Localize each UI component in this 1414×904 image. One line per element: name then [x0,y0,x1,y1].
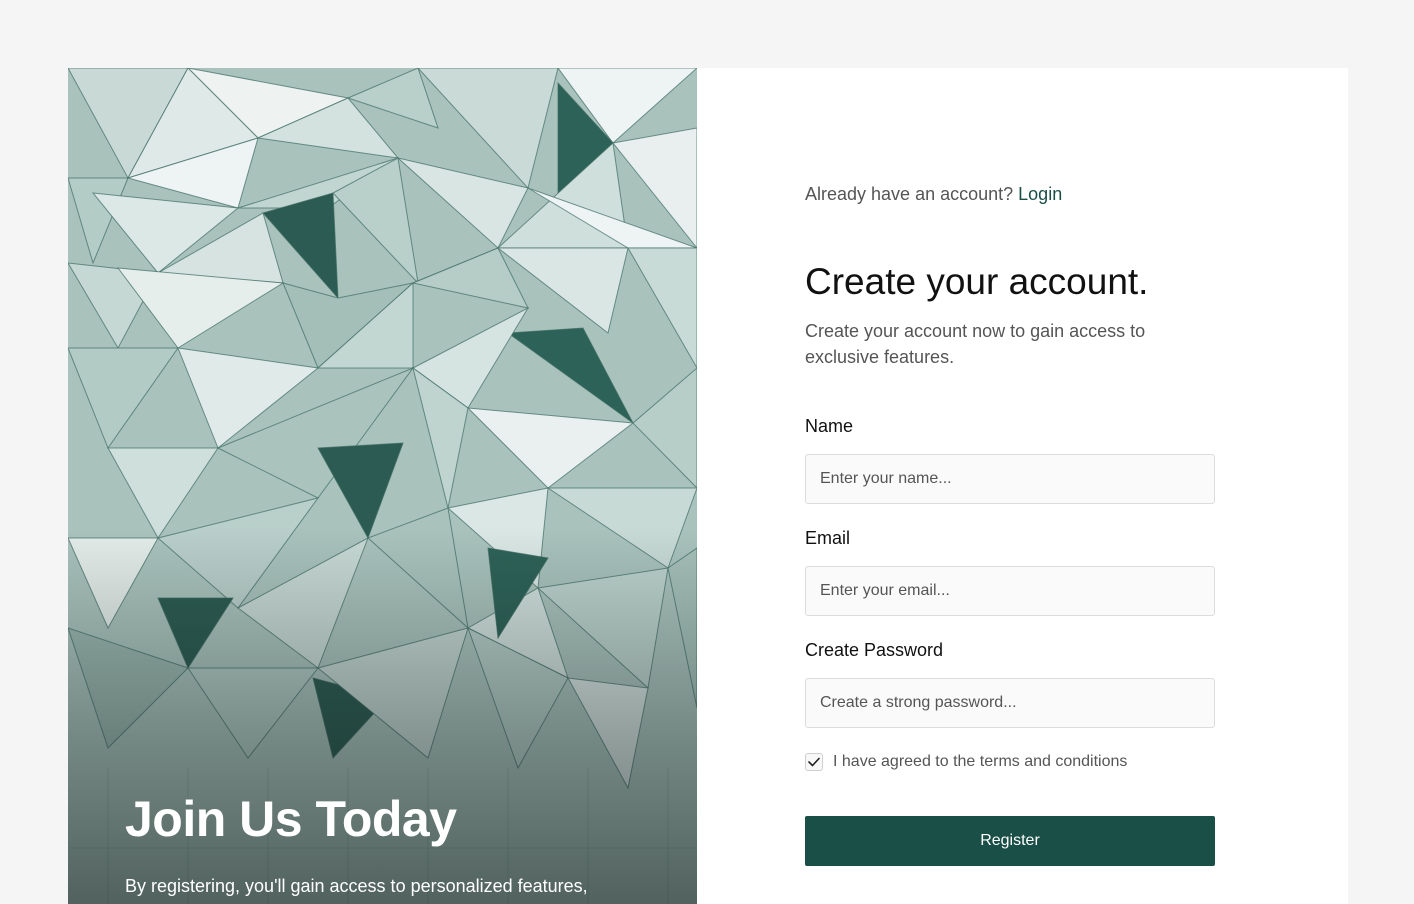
name-input[interactable] [805,454,1215,504]
terms-checkbox[interactable] [805,753,823,771]
form-panel: Already have an account? Login Create yo… [697,68,1348,904]
password-label: Create Password [805,640,944,660]
hero-gradient-overlay [68,68,697,904]
login-prompt-text: Already have an account? [805,184,1019,204]
email-input[interactable] [805,566,1215,616]
register-card: Join Us Today By registering, you'll gai… [68,68,1348,904]
hero-description: By registering, you'll gain access to pe… [125,876,589,904]
page-title: Create your account. [805,261,1149,302]
terms-label: I have agreed to the terms and condition… [833,753,1128,770]
hero-image-panel: Join Us Today By registering, you'll gai… [68,68,697,904]
hero-title: Join Us Today [125,791,457,847]
name-label: Name [805,416,854,436]
login-prompt: Already have an account? Login [805,184,1215,208]
register-form: Already have an account? Login Create yo… [805,184,1215,866]
password-input[interactable] [805,678,1215,728]
check-icon [808,757,820,767]
login-link[interactable]: Login [1018,184,1062,204]
terms-row: I have agreed to the terms and condition… [805,752,1215,772]
email-label: Email [805,528,851,548]
register-button[interactable]: Register [805,816,1215,866]
page-subtitle: Create your account now to gain access t… [805,321,1146,367]
